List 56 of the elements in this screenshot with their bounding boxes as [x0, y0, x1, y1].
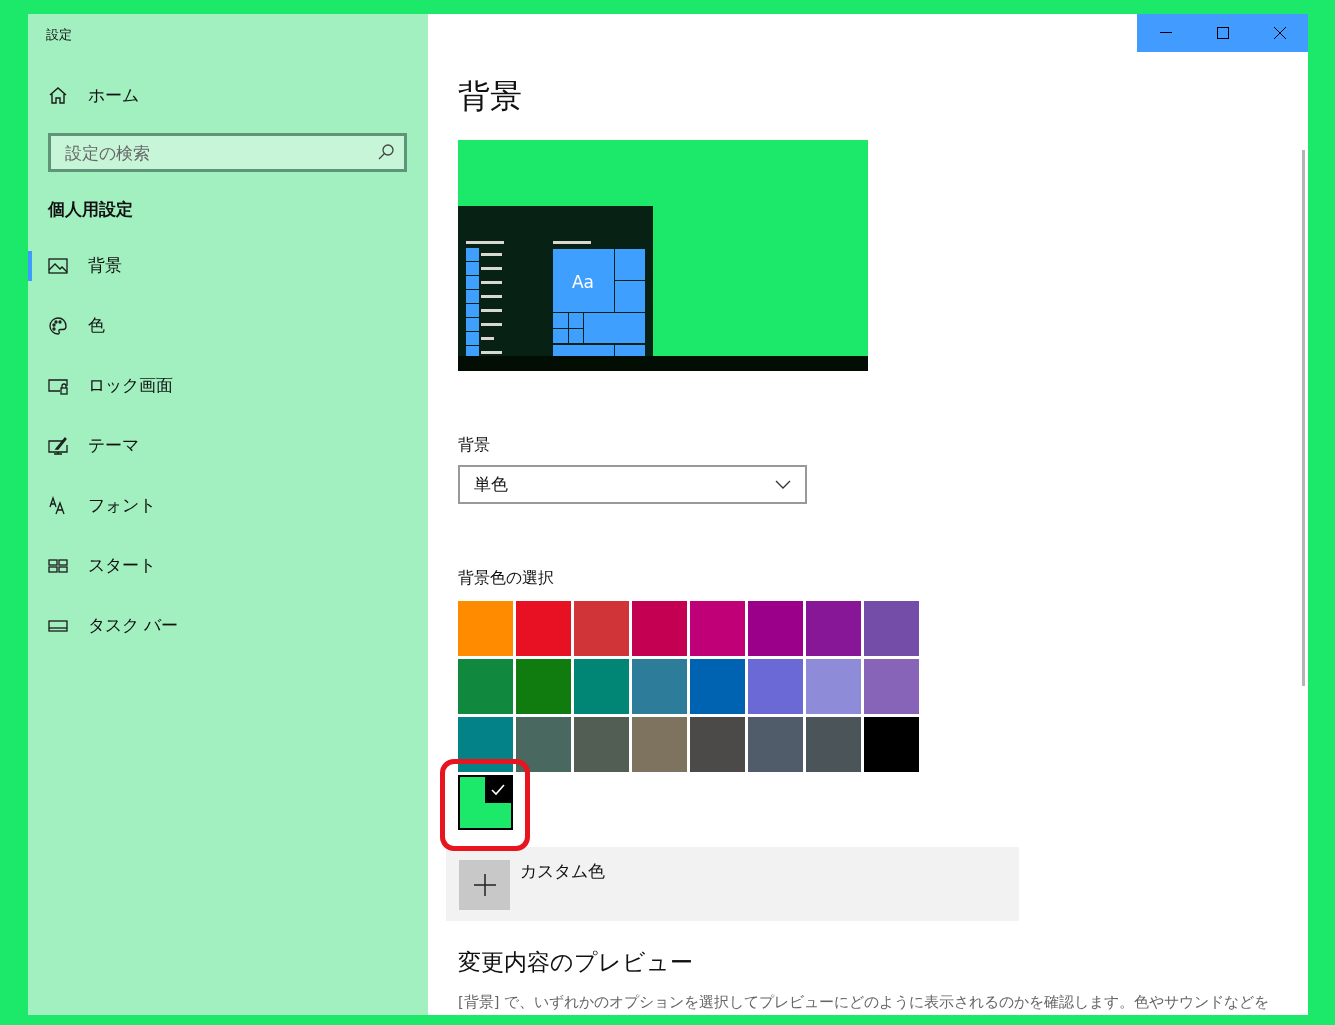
color-swatch[interactable]: [516, 601, 571, 656]
color-swatch[interactable]: [458, 659, 513, 714]
color-swatch[interactable]: [690, 659, 745, 714]
color-swatch[interactable]: [574, 601, 629, 656]
nav-item[interactable]: テーマ: [28, 430, 428, 461]
section-heading: 変更内容のプレビュー: [458, 948, 693, 977]
field-label: 背景色の選択: [458, 567, 554, 589]
color-swatch[interactable]: [632, 659, 687, 714]
color-swatch[interactable]: [458, 601, 513, 656]
color-swatch[interactable]: [690, 601, 745, 656]
picture-icon: [48, 255, 68, 276]
nav-item[interactable]: 背景: [28, 250, 428, 281]
nav-item[interactable]: 色: [28, 310, 428, 341]
color-swatch[interactable]: [806, 717, 861, 772]
section-heading: 個人用設定: [48, 198, 133, 221]
color-swatch[interactable]: [748, 601, 803, 656]
check-icon: [485, 777, 511, 803]
close-icon: [1273, 27, 1286, 39]
color-swatch[interactable]: [574, 659, 629, 714]
maximize-icon: [1216, 27, 1229, 39]
chevron-down-icon: [775, 479, 791, 490]
color-swatch[interactable]: [864, 717, 919, 772]
color-swatch[interactable]: [748, 717, 803, 772]
home-icon: [48, 85, 68, 106]
window-title: 設定: [46, 26, 72, 44]
home-link[interactable]: ホーム: [48, 82, 139, 108]
palette-icon: [48, 315, 68, 336]
theme-icon: [48, 435, 68, 456]
font-icon: [48, 495, 68, 516]
color-swatch[interactable]: [748, 659, 803, 714]
color-swatch[interactable]: [516, 659, 571, 714]
color-swatch[interactable]: [632, 717, 687, 772]
nav-item[interactable]: タスク バー: [28, 610, 428, 641]
plus-icon: [459, 860, 510, 910]
nav-item[interactable]: スタート: [28, 550, 428, 581]
color-swatch[interactable]: [632, 601, 687, 656]
nav-item[interactable]: フォント: [28, 490, 428, 521]
custom-color-button[interactable]: カスタム色: [446, 847, 1019, 921]
color-swatch[interactable]: [864, 659, 919, 714]
tile-label: Aa: [572, 272, 594, 292]
color-swatch[interactable]: [458, 775, 513, 830]
color-swatch[interactable]: [690, 717, 745, 772]
search-field[interactable]: 設定の検索: [48, 133, 407, 172]
background-dropdown[interactable]: 単色: [458, 465, 807, 504]
scrollbar-thumb[interactable]: [1302, 150, 1305, 686]
page-title: 背景: [458, 80, 522, 112]
color-swatch[interactable]: [516, 717, 571, 772]
color-swatch[interactable]: [574, 717, 629, 772]
search-icon: [377, 143, 395, 161]
color-swatch[interactable]: [806, 601, 861, 656]
description-text: [背景] で、いずれかのオプションを選択してプレビューにどのように表示されるのかを確認します。色やサウンドなどを: [458, 992, 1269, 1012]
minimize-icon: [1159, 32, 1172, 34]
color-swatch[interactable]: [864, 601, 919, 656]
nav-item[interactable]: ロック画面: [28, 370, 428, 401]
color-swatch[interactable]: [806, 659, 861, 714]
field-label: 背景: [458, 434, 490, 456]
